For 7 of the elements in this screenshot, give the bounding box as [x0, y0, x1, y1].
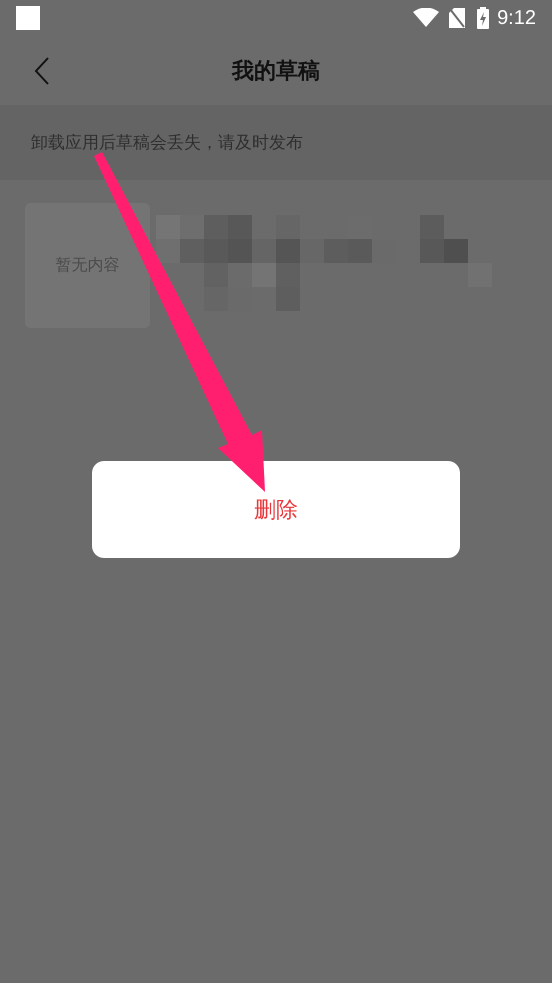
notification-icon	[16, 6, 40, 30]
battery-icon	[477, 7, 490, 29]
wifi-icon	[413, 8, 440, 28]
status-time: 9:12	[497, 6, 536, 31]
back-icon[interactable]	[34, 56, 50, 86]
no-sim-icon	[449, 8, 466, 28]
page-title: 我的草稿	[232, 57, 320, 85]
